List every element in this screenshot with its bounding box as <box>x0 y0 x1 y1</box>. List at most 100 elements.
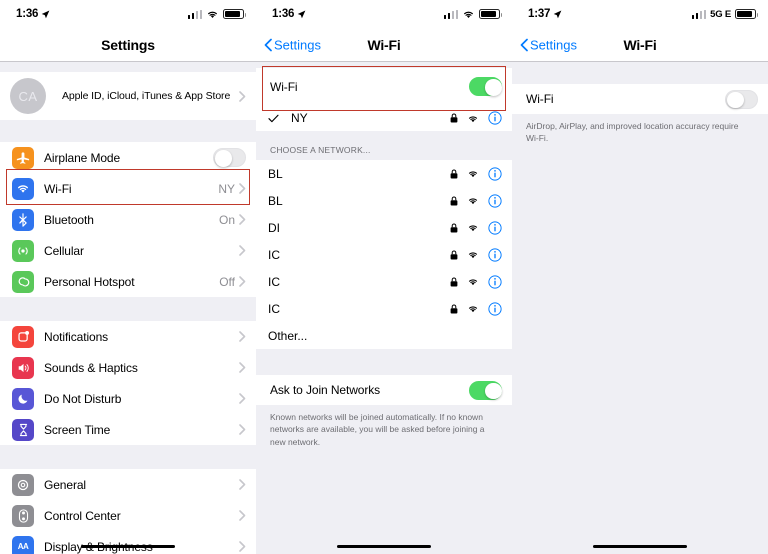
row-label: Cellular <box>44 243 84 258</box>
other-network-row[interactable]: Other... <box>256 322 512 349</box>
wifi-master-toggle-row[interactable]: Wi-Fi <box>256 68 512 105</box>
ask-to-join-group: Ask to Join Networks <box>256 375 512 405</box>
chevron-right-icon <box>239 479 246 490</box>
panel-wifi-on: 1:36 Settings Wi-Fi Wi-Fi NY CHOOSE A NE… <box>256 0 512 554</box>
home-indicator <box>81 544 175 548</box>
network-name: DI <box>268 220 280 235</box>
settings-row-notifications[interactable]: Notifications <box>0 321 256 352</box>
chevron-right-icon <box>239 183 246 194</box>
ask-to-join-footer: Known networks will be joined automatica… <box>256 405 512 448</box>
page-title: Wi-Fi <box>367 36 401 53</box>
network-status-icons <box>450 111 502 125</box>
spacer <box>0 445 256 469</box>
home-indicator <box>337 544 431 548</box>
row-label: Bluetooth <box>44 212 94 227</box>
chevron-right-icon <box>239 90 246 102</box>
status-bar: 1:37 5G E <box>512 0 768 28</box>
airplane-icon <box>12 146 34 169</box>
network-name: IC <box>268 274 280 289</box>
settings-row-bluetooth[interactable]: Bluetooth On <box>0 204 256 235</box>
row-label: Personal Hotspot <box>44 274 135 289</box>
bluetooth-icon <box>12 208 34 231</box>
wifi-toggle-group: Wi-Fi <box>512 84 768 114</box>
settings-group-connectivity: Airplane Mode Wi-Fi NY Bluetooth On Cell… <box>0 142 256 297</box>
row-label: Screen Time <box>44 422 111 437</box>
apple-id-row[interactable]: CA Apple ID, iCloud, iTunes & App Store <box>0 72 256 120</box>
list-item[interactable]: IC <box>256 268 512 295</box>
ask-to-join-toggle[interactable] <box>469 380 502 400</box>
info-icon[interactable] <box>488 301 502 316</box>
wifi-icon <box>208 11 217 18</box>
list-item[interactable]: BL <box>256 187 512 214</box>
wifi-toggle[interactable] <box>725 89 758 109</box>
info-icon[interactable] <box>488 220 502 235</box>
row-label: Control Center <box>44 508 121 523</box>
chevron-right-icon <box>239 331 246 342</box>
row-label: Do Not Disturb <box>44 391 122 406</box>
page-title: Wi-Fi <box>623 36 657 53</box>
status-left: 1:36 <box>16 8 50 20</box>
hourglass-icon <box>12 418 34 441</box>
battery-icon <box>479 8 502 20</box>
chevron-right-icon <box>239 541 246 552</box>
connected-network-row[interactable]: NY <box>256 105 512 131</box>
back-button[interactable]: Settings <box>520 37 577 52</box>
connected-network-name: NY <box>291 111 308 125</box>
apple-id-label: Apple ID, iCloud, iTunes & App Store <box>62 90 231 102</box>
wifi-icon <box>12 177 34 200</box>
lock-icon <box>450 304 458 313</box>
settings-row-control-center[interactable]: Control Center <box>0 500 256 531</box>
wifi-master-toggle-row[interactable]: Wi-Fi <box>512 84 768 114</box>
settings-row-wifi[interactable]: Wi-Fi NY <box>0 173 256 204</box>
ask-to-join-row[interactable]: Ask to Join Networks <box>256 375 512 405</box>
lock-icon <box>450 196 458 205</box>
status-right: 5G E <box>691 9 758 20</box>
network-name: IC <box>268 247 280 262</box>
list-item[interactable]: BL <box>256 160 512 187</box>
settings-row-display-brightness[interactable]: AA Display & Brightness <box>0 531 256 554</box>
wifi-icon <box>464 11 473 18</box>
info-icon[interactable] <box>488 247 502 262</box>
info-icon[interactable] <box>488 166 502 181</box>
network-name: BL <box>268 193 283 208</box>
nav-bar: Settings <box>0 28 256 62</box>
back-label: Settings <box>530 37 577 52</box>
back-button[interactable]: Settings <box>264 37 321 52</box>
status-time: 1:37 <box>528 8 551 20</box>
lock-icon <box>450 169 458 178</box>
settings-row-do-not-disturb[interactable]: Do Not Disturb <box>0 383 256 414</box>
list-item[interactable]: IC <box>256 295 512 322</box>
row-label: General <box>44 477 86 492</box>
info-icon[interactable] <box>488 111 502 125</box>
chevron-right-icon <box>239 424 246 435</box>
row-label: Sounds & Haptics <box>44 360 138 375</box>
info-icon[interactable] <box>488 274 502 289</box>
display-brightness-icon: AA <box>12 535 34 554</box>
settings-row-cellular[interactable]: Cellular <box>0 235 256 266</box>
settings-group-system: General Control Center AA Display & Brig… <box>0 469 256 554</box>
home-indicator <box>593 544 687 548</box>
settings-row-sounds-haptics[interactable]: Sounds & Haptics <box>0 352 256 383</box>
list-item[interactable]: DI <box>256 214 512 241</box>
settings-row-personal-hotspot[interactable]: Personal Hotspot Off <box>0 266 256 297</box>
wifi-icon <box>468 306 478 313</box>
wifi-icon <box>468 225 478 232</box>
settings-row-screen-time[interactable]: Screen Time <box>0 414 256 445</box>
gear-icon <box>12 473 34 496</box>
info-icon[interactable] <box>488 193 502 208</box>
cellular-icon <box>12 239 34 262</box>
hotspot-icon <box>12 270 34 293</box>
wifi-toggle[interactable] <box>469 77 502 96</box>
status-time: 1:36 <box>16 8 39 20</box>
row-label: Airplane Mode <box>44 150 121 165</box>
settings-row-general[interactable]: General <box>0 469 256 500</box>
row-label: Wi-Fi <box>44 181 72 196</box>
spacer <box>256 349 512 375</box>
airplane-mode-toggle[interactable] <box>213 148 246 167</box>
list-item[interactable]: IC <box>256 241 512 268</box>
settings-row-airplane-mode[interactable]: Airplane Mode <box>0 142 256 173</box>
ask-to-join-label: Ask to Join Networks <box>270 383 381 397</box>
nav-bar: Settings Wi-Fi <box>256 28 512 62</box>
spacer <box>0 120 256 142</box>
signal-strength-icon <box>691 9 707 19</box>
